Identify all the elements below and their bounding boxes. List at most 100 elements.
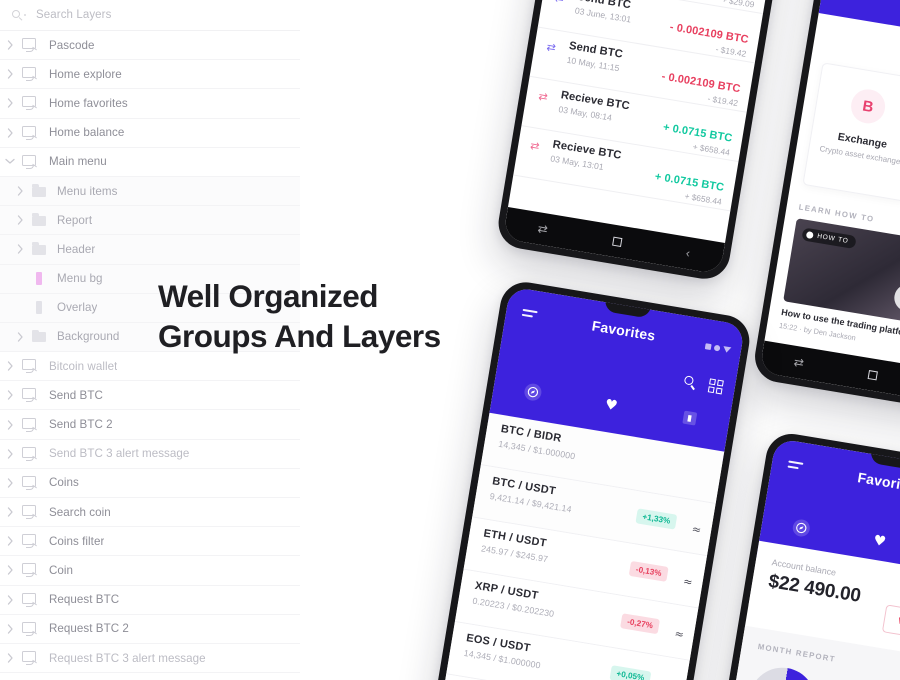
layer-row[interactable]: Report <box>0 206 300 236</box>
artboard-icon <box>20 358 42 374</box>
layer-name: Header <box>57 242 96 256</box>
layer-name: Bitcoin wallet <box>49 359 118 373</box>
layer-row[interactable]: Coin <box>0 556 300 586</box>
layer-name: Request BTC <box>49 593 120 607</box>
search-layers-input[interactable] <box>36 9 236 21</box>
send-arrow-icon: ⇄ <box>554 0 569 5</box>
folder-icon <box>30 184 50 199</box>
chevron-right-icon[interactable] <box>0 390 20 400</box>
play-icon[interactable] <box>892 282 900 314</box>
layer-row[interactable]: Coins <box>0 469 300 498</box>
sparkline-icon: ≈ <box>682 574 694 590</box>
favorites-heart-icon[interactable]: ♥ <box>571 392 652 419</box>
recents-icon[interactable]: ⇄ <box>793 355 805 370</box>
layer-name: Menu bg <box>57 272 103 286</box>
phone-screen-explore: BTC / USDT 9 419.78 CATEGORIES B Exchang… <box>759 0 900 408</box>
search-icon[interactable] <box>683 375 697 391</box>
layer-row[interactable]: Request BTC 3 alert message <box>0 644 300 674</box>
home-icon[interactable] <box>867 369 878 380</box>
sparkline-icon: ≈ <box>690 522 703 537</box>
layer-row[interactable]: Send BTC 3 alert message <box>0 440 300 469</box>
rectangle-shape-icon <box>30 300 50 315</box>
receive-arrow-icon: ⇄ <box>537 89 549 104</box>
artboard-icon <box>20 125 42 141</box>
category-card-exchange[interactable]: B Exchange Crypto asset exchange <box>802 62 900 202</box>
layer-name: Home favorites <box>49 96 128 110</box>
home-icon[interactable] <box>611 236 623 247</box>
layer-name: Pascode <box>49 38 95 52</box>
phone-screen-favorites: Favorites ♥ ▮ BTC / BIDR 14,345 / $1.0000… <box>438 286 746 680</box>
rectangle-shape-icon <box>30 271 50 286</box>
chevron-right-icon[interactable] <box>10 186 30 196</box>
transaction-list[interactable]: ⇄Send BTC11 July, 17:05- 0.043010 BTC- $… <box>508 0 779 243</box>
layer-row[interactable]: Home favorites <box>0 89 300 119</box>
chevron-right-icon[interactable] <box>0 507 20 517</box>
chevron-right-icon[interactable] <box>10 332 30 342</box>
layer-name: Home explore <box>49 67 122 81</box>
recents-icon[interactable]: ⇄ <box>537 221 549 236</box>
layer-row[interactable]: Send BTC <box>0 381 300 411</box>
compass-icon[interactable] <box>493 377 574 407</box>
phone-notch <box>869 445 900 471</box>
chevron-right-icon[interactable] <box>0 98 20 109</box>
header-actions[interactable] <box>683 374 724 395</box>
sparkline-icon: ≈ <box>673 627 685 642</box>
month-report-donut-chart <box>744 662 821 680</box>
artboard-icon <box>20 66 42 82</box>
layer-row[interactable]: Home balance <box>0 119 300 148</box>
chevron-right-icon[interactable] <box>0 595 20 605</box>
android-nav-bar-explore[interactable]: ⇄ ‹ <box>759 340 900 408</box>
artboard-icon <box>20 592 42 608</box>
design-preview-canvas: ⇄Send BTC11 July, 17:05- 0.043010 BTC- $… <box>0 0 900 680</box>
layer-row[interactable]: Menu items <box>0 176 300 207</box>
phone-screen-transactions: ⇄Send BTC11 July, 17:05- 0.043010 BTC- $… <box>502 0 780 275</box>
layer-name: Report <box>57 213 93 227</box>
back-icon[interactable]: ‹ <box>685 246 691 260</box>
favorites-heart-icon[interactable]: ♥ <box>839 528 900 555</box>
artboard-icon <box>20 154 42 170</box>
layer-name: Coins <box>49 476 79 490</box>
chevron-right-icon[interactable] <box>0 565 20 576</box>
artboard-icon <box>20 562 42 578</box>
qr-code-icon[interactable] <box>707 378 724 395</box>
folder-icon <box>30 213 50 228</box>
chevron-right-icon[interactable] <box>0 536 20 546</box>
send-arrow-icon: ⇄ <box>545 40 557 55</box>
wallet-icon[interactable]: ▮ <box>649 405 729 431</box>
chevron-right-icon[interactable] <box>0 40 20 50</box>
layer-row[interactable]: Search coin <box>0 498 300 528</box>
layer-row[interactable]: Header <box>0 235 300 265</box>
favorites-pair-list[interactable]: BTC / BIDR 14,345 / $1.000000 BTC / USDT 9,… <box>438 412 725 680</box>
layer-name: Send BTC <box>49 388 103 402</box>
layer-name: Coins filter <box>49 534 105 548</box>
chevron-right-icon[interactable] <box>0 361 20 371</box>
chevron-right-icon[interactable] <box>10 215 30 225</box>
layer-row[interactable]: Main menu <box>0 148 300 177</box>
artboard-icon <box>20 37 42 53</box>
artboard-icon <box>20 387 42 403</box>
chevron-right-icon[interactable] <box>0 624 20 634</box>
layer-name: Send BTC 3 alert message <box>49 447 190 461</box>
layer-name: Menu items <box>57 184 118 198</box>
layer-name: Background <box>57 330 120 344</box>
chevron-right-icon[interactable] <box>0 128 20 138</box>
layer-row[interactable]: Request BTC 2 <box>0 615 300 644</box>
layer-row[interactable]: Request BTC <box>0 586 300 615</box>
artboard-icon <box>20 621 42 637</box>
layer-row[interactable]: Send BTC 2 <box>0 410 300 440</box>
search-layers-row[interactable] <box>0 0 300 31</box>
chevron-right-icon[interactable] <box>10 244 30 255</box>
chevron-right-icon[interactable] <box>0 69 20 79</box>
chevron-right-icon[interactable] <box>0 653 20 663</box>
phone-mockup-explore: BTC / USDT 9 419.78 CATEGORIES B Exchang… <box>751 0 900 416</box>
layer-row[interactable]: Home explore <box>0 60 300 90</box>
chevron-right-icon[interactable] <box>0 478 20 488</box>
layer-row[interactable]: BTC Address <box>0 673 300 680</box>
layer-row[interactable]: Coins filter <box>0 527 300 557</box>
chevron-right-icon[interactable] <box>0 419 20 430</box>
layer-row[interactable]: Pascode <box>0 31 300 61</box>
chevron-down-icon[interactable] <box>0 158 20 165</box>
compass-icon[interactable] <box>761 513 842 543</box>
chevron-right-icon[interactable] <box>0 449 20 459</box>
folder-icon <box>30 242 50 257</box>
